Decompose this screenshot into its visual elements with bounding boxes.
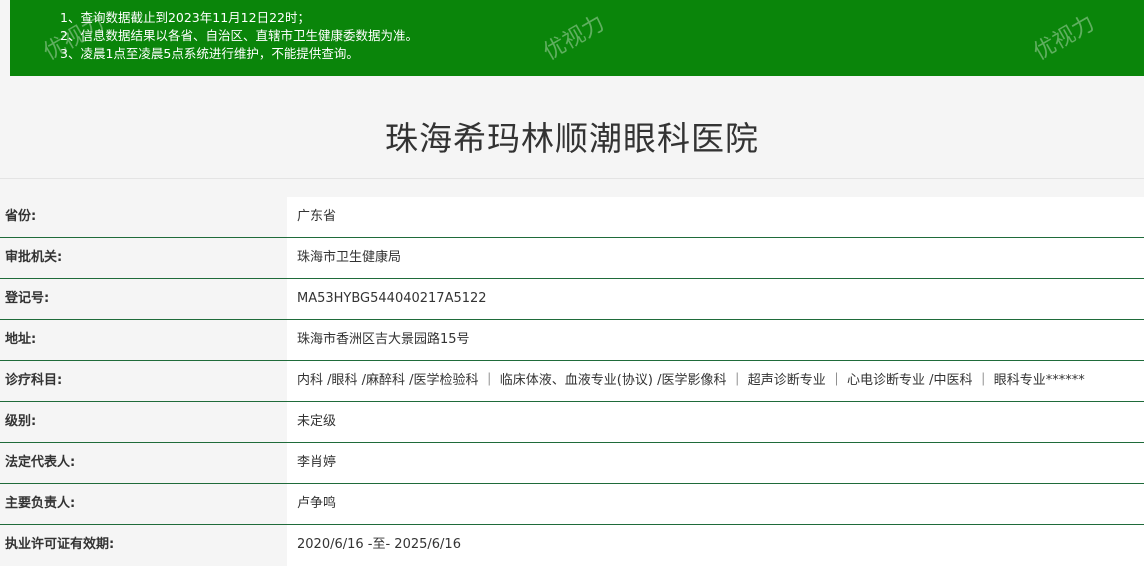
page-title: 珠海希玛林顺潮眼科医院 (385, 119, 759, 158)
table-row-registration-number: 登记号: MA53HYBG544040217A5122 (0, 279, 1144, 320)
notice-line-3: 3、凌晨1点至凌晨5点系统进行维护，不能提供查询。 (60, 46, 359, 61)
row-label: 诊疗科目: (0, 361, 287, 401)
row-label: 地址: (0, 320, 287, 360)
row-value: 未定级 (287, 402, 1144, 442)
row-value: 珠海市香洲区吉大景园路15号 (287, 320, 1144, 360)
table-row-approval-authority: 审批机关: 珠海市卫生健康局 (0, 238, 1144, 279)
row-label: 审批机关: (0, 238, 287, 278)
row-label: 省份: (0, 197, 287, 237)
row-value: 内科 /眼科 /麻醉科 /医学检验科 ｜ 临床体液、血液专业(协议) /医学影像… (287, 361, 1144, 401)
row-value: 广东省 (287, 197, 1144, 237)
row-label: 执业许可证有效期: (0, 525, 287, 566)
row-label: 级别: (0, 402, 287, 442)
row-value: 2020/6/16 -至- 2025/6/16 (287, 525, 1144, 566)
row-value: 卢争鸣 (287, 484, 1144, 524)
page-header: 珠海希玛林顺潮眼科医院 (0, 100, 1144, 179)
row-label: 主要负责人: (0, 484, 287, 524)
notice-line-2: 2、信息数据结果以各省、自治区、直辖市卫生健康委数据为准。 (60, 28, 418, 43)
notice-line-1: 1、查询数据截止到2023年11月12日22时； (60, 10, 310, 25)
row-value: MA53HYBG544040217A5122 (287, 279, 1144, 319)
table-row-principal: 主要负责人: 卢争鸣 (0, 484, 1144, 525)
hospital-info-table: 省份: 广东省 审批机关: 珠海市卫生健康局 登记号: MA53HYBG5440… (0, 197, 1144, 566)
row-label: 法定代表人: (0, 443, 287, 483)
table-row-departments: 诊疗科目: 内科 /眼科 /麻醉科 /医学检验科 ｜ 临床体液、血液专业(协议)… (0, 361, 1144, 402)
table-row-level: 级别: 未定级 (0, 402, 1144, 443)
table-row-legal-representative: 法定代表人: 李肖婷 (0, 443, 1144, 484)
row-value: 李肖婷 (287, 443, 1144, 483)
table-row-address: 地址: 珠海市香洲区吉大景园路15号 (0, 320, 1144, 361)
row-value: 珠海市卫生健康局 (287, 238, 1144, 278)
table-row-license-validity: 执业许可证有效期: 2020/6/16 -至- 2025/6/16 (0, 525, 1144, 566)
row-label: 登记号: (0, 279, 287, 319)
table-row-province: 省份: 广东省 (0, 197, 1144, 238)
notice-banner: 1、查询数据截止到2023年11月12日22时； 2、信息数据结果以各省、自治区… (10, 0, 1144, 76)
